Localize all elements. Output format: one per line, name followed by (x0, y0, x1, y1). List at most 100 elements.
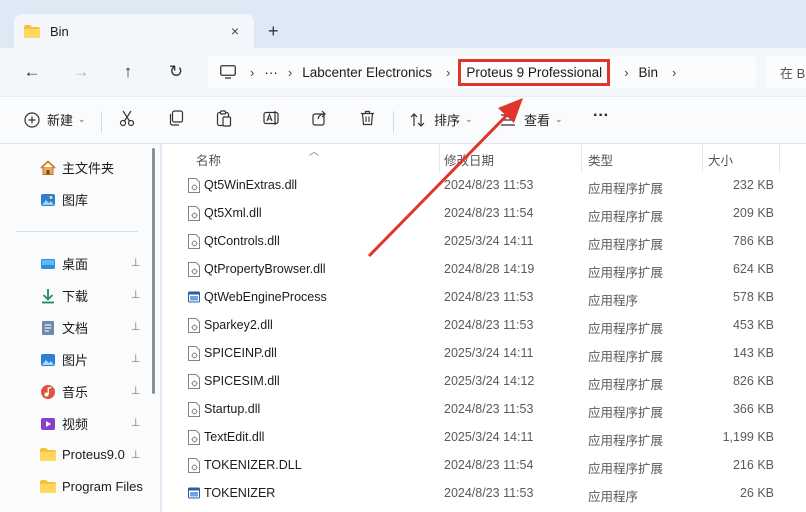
table-row[interactable]: QtPropertyBrowser.dll 2024/8/28 14:19 应用程序… (162, 256, 806, 284)
dll-file-icon (188, 234, 200, 249)
new-button[interactable]: 新建 ⌄ (24, 110, 86, 129)
sidebar-item-program-files[interactable]: Program Files (40, 478, 143, 494)
sidebar-item-pictures[interactable]: 图片 (40, 350, 88, 369)
dll-file-icon (188, 206, 200, 221)
tab-bin[interactable]: Bin × (14, 14, 254, 48)
table-row[interactable]: Qt5Xml.dll 2024/8/23 11:54 应用程序扩展 209 KB (162, 200, 806, 228)
sidebar-item-home[interactable]: 主文件夹 (40, 158, 114, 177)
back-button[interactable]: ← (22, 62, 42, 82)
column-divider[interactable] (581, 144, 582, 172)
sidebar-item-label: 音乐 (62, 385, 89, 400)
file-date: 2025/3/24 14:11 (444, 234, 534, 248)
sidebar-item-label: 图库 (62, 193, 89, 208)
close-tab-icon[interactable]: × (226, 23, 244, 39)
more-options-button[interactable]: ··· (593, 107, 609, 125)
sidebar-item-label: 桌面 (62, 257, 89, 272)
sidebar-item-label: 视频 (62, 417, 89, 432)
sidebar-item-gallery[interactable]: 图库 (40, 190, 88, 209)
table-row[interactable]: QtWebEngineProcess 2024/8/23 11:53 应用程序 578… (162, 284, 806, 312)
file-name: QtPropertyBrowser.dll (204, 262, 326, 276)
search-input[interactable]: 在 B (766, 56, 806, 88)
table-row[interactable]: Sparkey2.dll 2024/8/23 11:53 应用程序扩展 453 KB (162, 312, 806, 340)
sidebar-item-proteus9[interactable]: Proteus9.0 (40, 446, 125, 462)
dll-file-icon (188, 178, 200, 193)
breadcrumb-separator-icon: › (446, 64, 451, 80)
column-name[interactable]: 名称 (196, 150, 221, 169)
table-row[interactable]: SPICEINP.dll 2025/3/24 14:11 应用程序扩展 143 KB (162, 340, 806, 368)
sidebar-item-documents[interactable]: 文档 (40, 318, 88, 337)
table-row[interactable]: Startup.dll 2024/8/23 11:53 应用程序扩展 366 KB (162, 396, 806, 424)
file-name: Sparkey2.dll (204, 318, 273, 332)
command-bar: 新建 ⌄ 排序 ⌄ 查看 ⌄ ··· (0, 96, 806, 144)
forward-button[interactable]: → (71, 62, 91, 82)
dll-file-icon (188, 262, 200, 277)
gallery-icon (41, 193, 55, 206)
file-type: 应用程序扩展 (588, 350, 664, 364)
file-name: TextEdit.dll (204, 430, 265, 444)
paste-button[interactable] (216, 110, 232, 127)
table-row[interactable]: SPICESIM.dll 2025/3/24 14:12 应用程序扩展 826 KB (162, 368, 806, 396)
download-icon (42, 288, 54, 303)
sidebar-item-downloads[interactable]: 下载 (40, 286, 88, 305)
breadcrumb-labcenter[interactable]: Labcenter Electronics (302, 65, 432, 80)
new-tab-button[interactable]: + (268, 22, 279, 40)
cut-button[interactable] (119, 110, 135, 127)
column-type[interactable]: 类型 (588, 150, 613, 169)
file-size: 232 KB (732, 178, 774, 192)
copy-icon (169, 110, 184, 126)
column-divider[interactable] (439, 144, 440, 172)
up-button[interactable]: ↑ (118, 62, 138, 82)
share-button[interactable] (312, 110, 328, 126)
file-type: 应用程序扩展 (588, 322, 664, 336)
breadcrumb-proteus-highlighted[interactable]: Proteus 9 Professional (458, 58, 611, 86)
file-size: 624 KB (732, 262, 774, 276)
file-name: SPICESIM.dll (204, 374, 280, 388)
file-type: 应用程序扩展 (588, 434, 664, 448)
view-button[interactable]: 查看 ⌄ (500, 110, 563, 129)
column-divider[interactable] (702, 144, 703, 172)
table-row[interactable]: Qt5WinExtras.dll 2024/8/23 11:53 应用程序扩展 232… (162, 172, 806, 200)
exe-file-icon (188, 291, 200, 303)
sidebar-item-desktop[interactable]: 桌面 (40, 254, 88, 273)
sidebar-item-videos[interactable]: 视频 (40, 414, 88, 433)
sidebar-item-label: Proteus9.0 (62, 446, 125, 462)
refresh-button[interactable]: ↻ (166, 62, 186, 82)
file-date: 2024/8/28 14:19 (444, 262, 535, 276)
sidebar-item-label: 下载 (62, 289, 89, 304)
table-row[interactable]: TOKENIZER.DLL 2024/8/23 11:54 应用程序扩展 216 KB (162, 452, 806, 480)
column-size[interactable]: 大小 (708, 150, 733, 169)
column-divider[interactable] (779, 144, 780, 172)
rename-button[interactable] (263, 110, 280, 126)
chevron-down-icon: ⌄ (78, 114, 86, 124)
address-bar[interactable]: › ··· › Labcenter Electronics › Proteus … (208, 56, 756, 88)
sidebar-item-music[interactable]: 音乐 (40, 382, 88, 401)
pin-icon: ⊥ (131, 353, 141, 365)
file-type: 应用程序扩展 (588, 462, 664, 476)
sort-icon (410, 112, 425, 127)
file-list: ︿ 名称 修改日期 类型 大小 Qt5WinExtras.dll 2024/8/2… (162, 144, 806, 512)
folder-icon (40, 480, 56, 493)
file-date: 2024/8/23 11:53 (444, 318, 534, 332)
sort-button[interactable]: 排序 ⌄ (410, 110, 473, 129)
copy-button[interactable] (168, 110, 184, 126)
file-type: 应用程序扩展 (588, 406, 664, 420)
table-row[interactable]: TextEdit.dll 2025/3/24 14:11 应用程序扩展 1,199 K… (162, 424, 806, 452)
sidebar-scrollbar[interactable] (152, 148, 155, 394)
file-type: 应用程序扩展 (588, 182, 664, 196)
file-date: 2025/3/24 14:12 (444, 374, 535, 388)
file-name: Startup.dll (204, 402, 261, 416)
file-type: 应用程序扩展 (588, 266, 664, 280)
document-icon (42, 320, 54, 335)
pin-icon: ⊥ (131, 257, 141, 269)
delete-button[interactable] (360, 110, 375, 126)
breadcrumb-bin[interactable]: Bin (639, 65, 659, 80)
pin-icon: ⊥ (131, 321, 141, 333)
file-name: Qt5WinExtras.dll (204, 178, 298, 192)
table-row[interactable]: QtControls.dll 2025/3/24 14:11 应用程序扩展 786 K… (162, 228, 806, 256)
column-date[interactable]: 修改日期 (444, 150, 494, 169)
music-icon (41, 384, 55, 399)
sort-ascending-icon: ︿ (309, 147, 319, 158)
file-size: 209 KB (732, 206, 774, 220)
table-row[interactable]: TOKENIZER 2024/8/23 11:53 应用程序 26 KB (162, 480, 806, 508)
breadcrumb-overflow[interactable]: ··· (264, 65, 278, 80)
